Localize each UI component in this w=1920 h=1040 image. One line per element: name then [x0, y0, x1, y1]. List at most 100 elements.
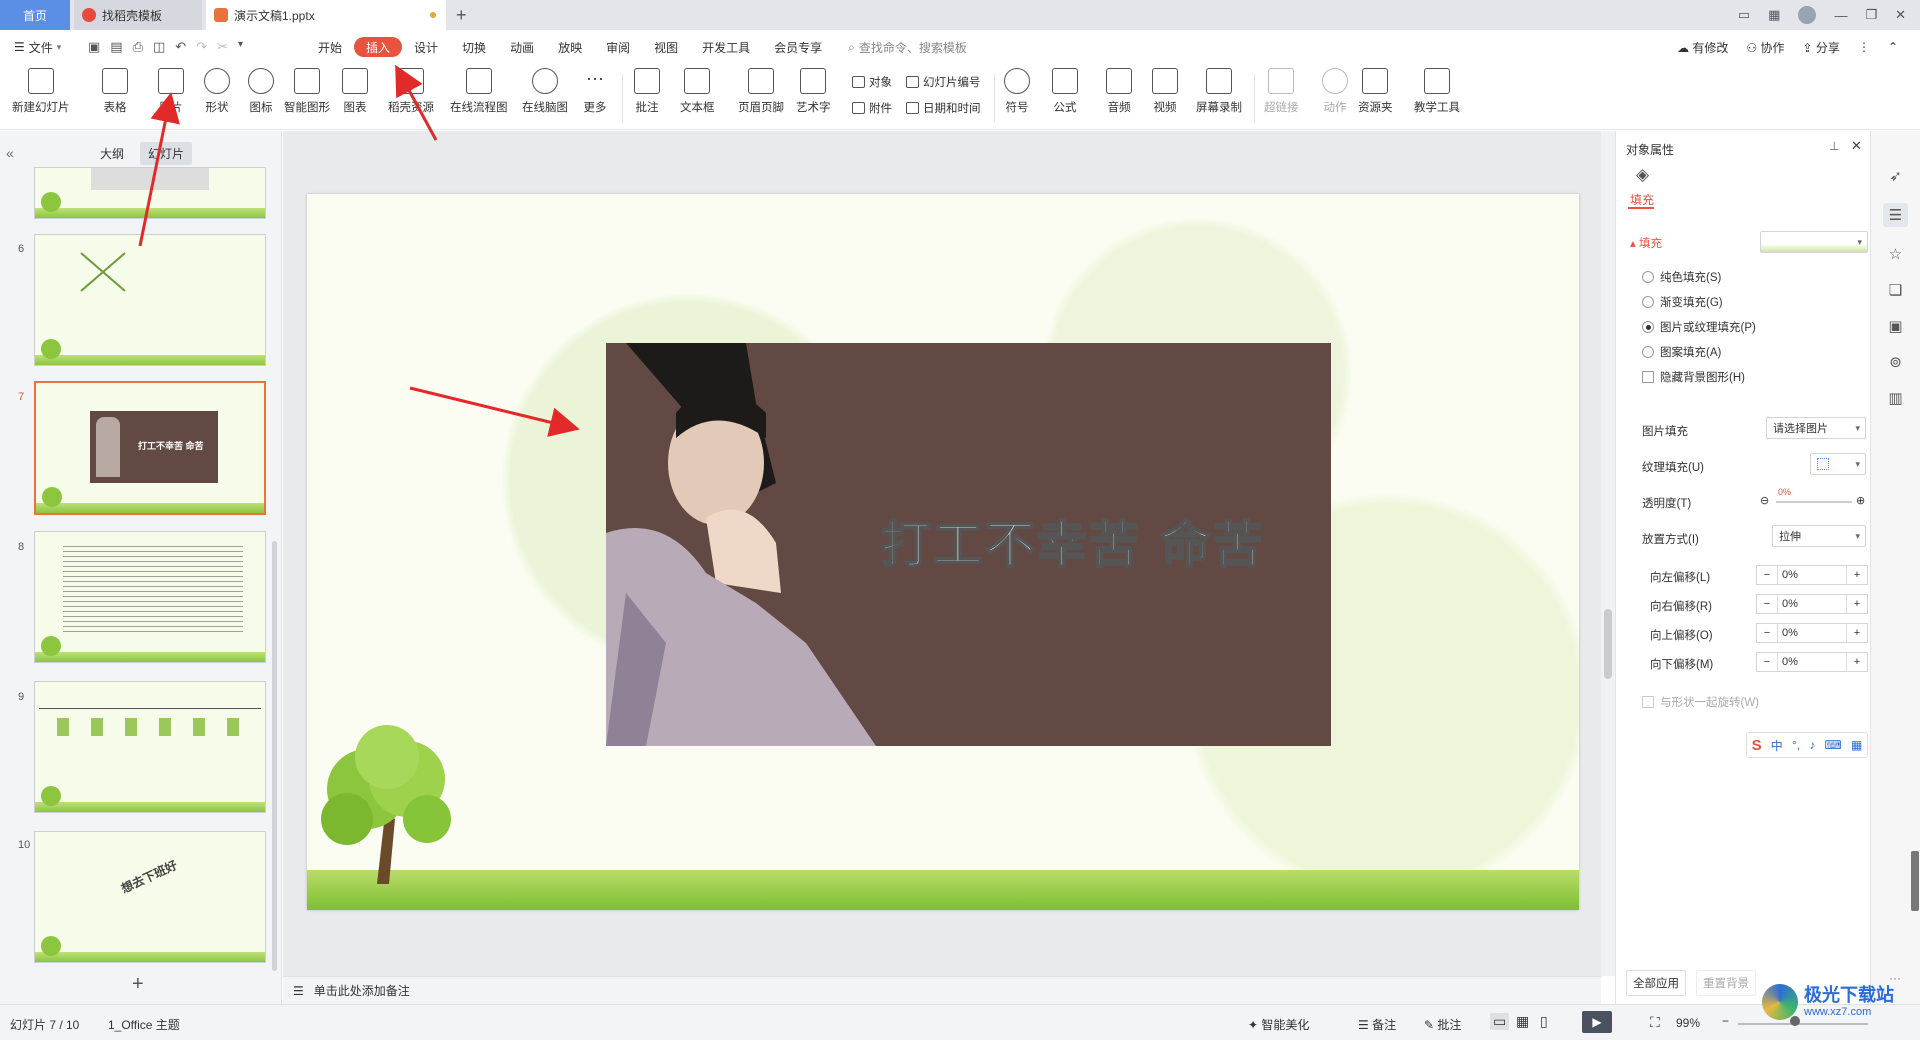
plus-icon[interactable]: +	[1847, 627, 1867, 639]
menu-review[interactable]: 审阅	[594, 37, 642, 57]
reset-background-button[interactable]: 重置背景	[1696, 970, 1756, 996]
smartart-button[interactable]: 智能图形	[284, 68, 330, 115]
teaching-tools-button[interactable]: 教学工具	[1414, 68, 1460, 115]
offset-up-value[interactable]: 0%	[1777, 624, 1847, 642]
undo-icon[interactable]: ↶	[175, 39, 186, 55]
symbol-button[interactable]: 符号	[1004, 68, 1030, 115]
tab-outline[interactable]: 大纲	[100, 145, 124, 162]
plus-icon[interactable]: +	[1847, 656, 1867, 668]
hyperlink-button[interactable]: 超链接	[1264, 68, 1299, 115]
minus-circle-icon[interactable]: ⊖	[1760, 494, 1769, 507]
fill-preview-dropdown[interactable]	[1760, 231, 1868, 253]
collapse-ribbon-icon[interactable]: ⌃	[1888, 40, 1898, 54]
restore-icon[interactable]: ❐	[1865, 7, 1877, 23]
print-icon[interactable]: ⎙	[133, 39, 143, 55]
copy-icon[interactable]: ❏	[1889, 281, 1902, 299]
reading-view-icon[interactable]: ▯	[1540, 1013, 1548, 1030]
close-panel-icon[interactable]: ✕	[1851, 138, 1862, 154]
datetime-button[interactable]: 日期和时间	[906, 100, 981, 116]
table-button[interactable]: 表格	[102, 68, 128, 115]
offset-down-value[interactable]: 0%	[1777, 653, 1847, 671]
screen-record-button[interactable]: 屏幕录制	[1196, 68, 1242, 115]
layout-icon[interactable]: ▭	[1738, 7, 1750, 23]
icon-button[interactable]: 图标	[248, 68, 274, 115]
location-icon[interactable]: ⊚	[1889, 353, 1902, 371]
zoom-slider[interactable]	[1738, 1023, 1868, 1025]
minimize-icon[interactable]: —	[1834, 8, 1847, 23]
menu-member[interactable]: 会员专享	[762, 37, 834, 57]
tab-slides[interactable]: 幻灯片	[140, 142, 193, 165]
offset-down-stepper[interactable]: −0% +	[1756, 652, 1868, 672]
slide-thumbnail-10[interactable]: 想去下班好	[34, 831, 266, 963]
menu-transition[interactable]: 切换	[450, 37, 498, 57]
scrollbar-thumb[interactable]	[1604, 609, 1612, 679]
book-icon[interactable]: ▥	[1888, 389, 1902, 407]
ime-toolbar[interactable]: S 中 °, ♪ ⌨ ▦	[1746, 732, 1868, 758]
shape-button[interactable]: 形状	[204, 68, 230, 115]
more-button[interactable]: ··· 更多	[582, 68, 608, 115]
export-pdf-icon[interactable]: ▤	[110, 39, 122, 55]
play-slideshow-button[interactable]: ▶	[1582, 1011, 1612, 1033]
microphone-icon[interactable]: ♪	[1809, 738, 1815, 752]
audio-button[interactable]: 音频	[1106, 68, 1132, 115]
wordart-button[interactable]: 艺术字	[796, 68, 831, 115]
pin-star-icon[interactable]: ☆	[1889, 245, 1902, 263]
save-icon[interactable]: ▣	[88, 39, 100, 55]
changes-button[interactable]: ☁ 有修改	[1677, 39, 1728, 56]
menu-view[interactable]: 视图	[642, 37, 690, 57]
picture-button[interactable]: 图片	[158, 68, 184, 115]
panel-scrollbar[interactable]	[272, 541, 277, 971]
collab-button[interactable]: ⚇ 协作	[1746, 39, 1784, 56]
slide-photo[interactable]: 打工不幸苦 命苦	[606, 343, 1331, 746]
rocket-icon[interactable]: ➶	[1889, 167, 1902, 185]
tab-fill[interactable]: 填充	[1630, 191, 1654, 208]
menu-insert[interactable]: 插入	[354, 37, 403, 57]
minus-icon[interactable]: −	[1757, 598, 1777, 610]
avatar[interactable]	[1798, 6, 1817, 24]
slide-thumbnail-9[interactable]	[34, 681, 266, 813]
minus-icon[interactable]: −	[1757, 627, 1777, 639]
slide-sorter-icon[interactable]: ▦	[1516, 1013, 1529, 1030]
share-button[interactable]: ⇪ 分享	[1803, 39, 1840, 56]
apply-all-button[interactable]: 全部应用	[1626, 970, 1686, 996]
collapse-panel-icon[interactable]: «	[6, 145, 14, 161]
fill-bucket-icon[interactable]: ◈	[1636, 165, 1649, 185]
image-tool-icon[interactable]: ▣	[1888, 317, 1902, 335]
tab-home[interactable]: 首页	[0, 0, 70, 30]
comment-button[interactable]: 批注	[634, 68, 660, 115]
menu-animation[interactable]: 动画	[498, 37, 546, 57]
flowchart-button[interactable]: 在线流程图	[450, 68, 508, 115]
offset-left-value[interactable]: 0%	[1777, 566, 1847, 584]
rotate-with-shape-checkbox[interactable]: 与形状一起旋转(W)	[1642, 694, 1759, 710]
notes-bar[interactable]: ☰ 单击此处添加备注	[283, 976, 1601, 1004]
mindmap-button[interactable]: 在线脑图	[522, 68, 568, 115]
panel-title[interactable]: 对象属性	[1626, 141, 1674, 158]
zoom-out-icon[interactable]: −	[1722, 1014, 1729, 1028]
resource-folder-button[interactable]: 资源夹	[1358, 68, 1393, 115]
offset-up-stepper[interactable]: −0% +	[1756, 623, 1868, 643]
print-preview-icon[interactable]: ◫	[153, 39, 165, 55]
ime-menu-icon[interactable]: ▦	[1851, 738, 1862, 752]
file-menu[interactable]: ☰ 文件 ▾	[0, 39, 88, 56]
menu-slideshow[interactable]: 放映	[546, 37, 594, 57]
keyboard-icon[interactable]: ⌨	[1825, 738, 1842, 752]
properties-sliders-icon[interactable]: ☰	[1882, 203, 1909, 227]
punctuation-icon[interactable]: °,	[1792, 738, 1800, 752]
smart-beautify-button[interactable]: ✦ 智能美化	[1248, 1016, 1309, 1033]
close-window-icon[interactable]: ✕	[1895, 7, 1906, 23]
offset-right-stepper[interactable]: −0% +	[1756, 594, 1868, 614]
sidebar-more-icon[interactable]: ···	[1889, 971, 1901, 985]
zoom-level[interactable]: 99%	[1676, 1016, 1700, 1030]
fill-section-header[interactable]: ▴ 填充	[1630, 235, 1662, 251]
header-footer-button[interactable]: 页眉页脚	[738, 68, 784, 115]
picture-fill-dropdown[interactable]: 请选择图片	[1766, 417, 1866, 439]
hide-background-checkbox[interactable]: 隐藏背景图形(H)	[1642, 369, 1745, 385]
menu-design[interactable]: 设计	[402, 37, 450, 57]
action-button[interactable]: 动作	[1322, 68, 1348, 115]
radio-solid-fill[interactable]: 纯色填充(S)	[1642, 269, 1721, 285]
tab-document[interactable]: 演示文稿1.pptx	[206, 0, 446, 30]
chart-button[interactable]: 图表	[342, 68, 368, 115]
radio-gradient-fill[interactable]: 渐变填充(G)	[1642, 294, 1723, 310]
menu-developer[interactable]: 开发工具	[690, 37, 762, 57]
texture-fill-dropdown[interactable]	[1810, 453, 1866, 475]
